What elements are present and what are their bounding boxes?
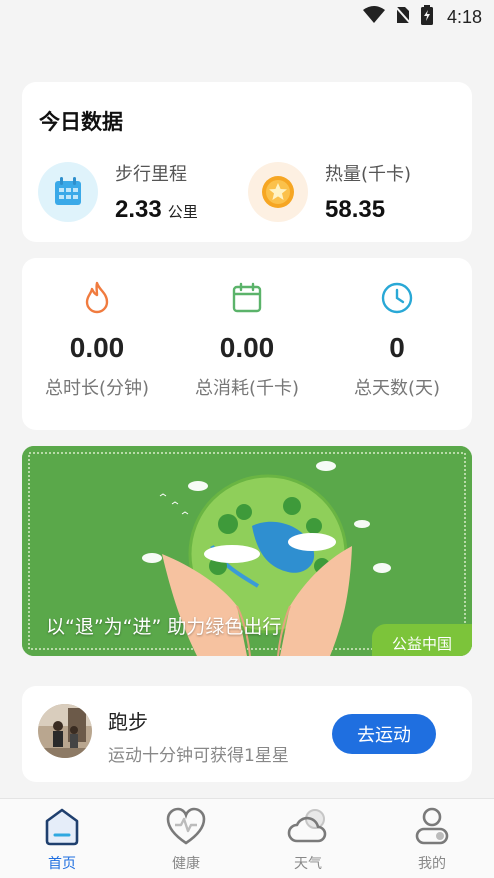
tab-weather-label: 天气 [294,856,322,872]
battery-icon [420,4,433,30]
promo-banner[interactable]: 以“退”为“进” 助力绿色出行 公益中国 [22,446,472,656]
calories-value: 58.35 [325,196,386,223]
total-consumption-stat: 0.00 总消耗(千卡) [172,278,322,400]
running-description: 运动十分钟可获得1星星 [108,746,289,766]
clock-time: 4:18 [446,6,482,27]
status-bar: 4:18 [0,0,494,34]
steps-metric: 步行里程 2.33 公里 [38,160,198,224]
tab-mine[interactable]: 我的 [387,805,477,873]
total-duration-stat: 0.00 总时长(分钟) [22,278,172,400]
no-sim-icon [394,4,412,30]
tab-weather[interactable]: 天气 [263,805,353,873]
tab-health-label: 健康 [172,856,200,872]
wifi-icon [362,5,385,29]
running-avatar [38,704,92,758]
running-title: 跑步 [108,710,148,734]
total-consumption-value: 0.00 [219,332,275,363]
user-icon [387,805,477,849]
total-duration-label: 总时长(分钟) [44,378,150,399]
cloud-icon [263,805,353,849]
banner-tag: 公益中国 [372,624,472,656]
total-days-value: 0 [389,332,405,363]
total-duration-value: 0.00 [69,332,125,363]
total-days-label: 总天数(天) [353,378,441,399]
heart-icon [141,805,231,849]
totals-card: 0.00 总时长(分钟) 0.00 总消耗(千卡) 0 总天数(天) [22,258,472,430]
calendar-icon [172,278,322,318]
running-card: 跑步 运动十分钟可获得1星星 去运动 [22,686,472,782]
tab-home[interactable]: 首页 [17,805,107,873]
tab-health[interactable]: 健康 [141,805,231,873]
start-exercise-button[interactable]: 去运动 [332,714,436,754]
steps-label: 步行里程 [115,164,187,185]
star-coin-icon [248,162,308,222]
total-days-stat: 0 总天数(天) [322,278,472,400]
steps-unit: 公里 [167,203,198,221]
steps-value: 2.33 [115,196,162,223]
calendar-icon [38,162,98,222]
flame-icon [22,278,172,318]
clock-icon [322,278,472,318]
today-data-card: 今日数据 步行里程 2.33 公里 热量(千卡) 58.35 [22,82,472,242]
banner-caption: 以“退”为“进” 助力绿色出行 [46,616,282,638]
tab-mine-label: 我的 [418,856,446,872]
bottom-tab-bar: 首页 健康 天气 我的 [0,798,494,878]
calories-label: 热量(千卡) [325,164,412,185]
calories-metric: 热量(千卡) 58.35 [248,160,411,224]
tab-home-label: 首页 [48,856,76,872]
home-icon [17,805,107,849]
today-title: 今日数据 [39,110,123,134]
total-consumption-label: 总消耗(千卡) [194,378,300,399]
